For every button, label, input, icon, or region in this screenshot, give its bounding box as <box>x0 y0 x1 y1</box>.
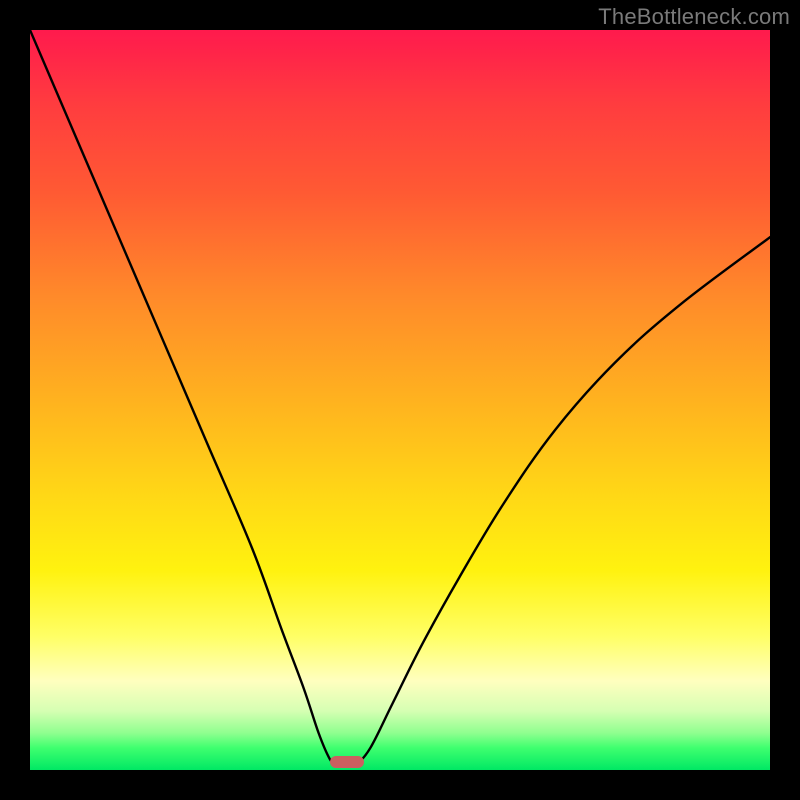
curve-layer <box>30 30 770 770</box>
bottleneck-marker <box>330 756 364 768</box>
watermark-text: TheBottleneck.com <box>598 4 790 30</box>
plot-area <box>30 30 770 770</box>
right-curve-path <box>356 237 770 766</box>
left-curve-path <box>30 30 337 766</box>
chart-frame: TheBottleneck.com <box>0 0 800 800</box>
